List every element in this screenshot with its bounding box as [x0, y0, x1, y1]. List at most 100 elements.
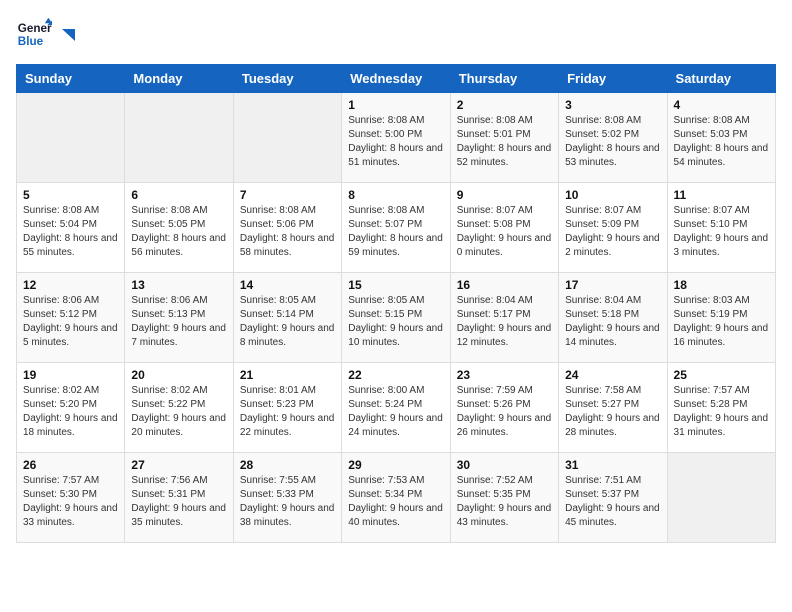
calendar-cell: 1 Sunrise: 8:08 AMSunset: 5:00 PMDaylight… [342, 93, 450, 183]
calendar-week-row: 1 Sunrise: 8:08 AMSunset: 5:00 PMDaylight… [17, 93, 776, 183]
svg-text:General: General [18, 22, 52, 35]
day-info: Sunrise: 8:07 AMSunset: 5:08 PMDaylight:… [457, 204, 552, 260]
day-info: Sunrise: 8:04 AMSunset: 5:17 PMDaylight:… [457, 294, 552, 350]
calendar-cell: 6Sunrise: 8:08 AMSunset: 5:05 PMDaylight… [125, 183, 233, 273]
day-info: Sunrise: 8:00 AMSunset: 5:24 PMDaylight:… [348, 384, 443, 440]
day-info: Sunrise: 8:06 AMSunset: 5:12 PMDaylight:… [23, 294, 118, 350]
calendar-cell: 17Sunrise: 8:04 AMSunset: 5:18 PMDayligh… [559, 273, 667, 363]
calendar-header-saturday: Saturday [667, 65, 775, 93]
day-info: Sunrise: 8:08 AMSunset: 5:04 PMDaylight:… [23, 204, 118, 260]
day-info: Sunrise: 8:04 AMSunset: 5:18 PMDaylight:… [565, 294, 660, 350]
day-number: 13 [131, 278, 226, 292]
day-number: 5 [23, 188, 118, 202]
calendar-cell: 8 Sunrise: 8:08 AMSunset: 5:07 PMDaylight… [342, 183, 450, 273]
calendar-cell: 14 Sunrise: 8:05 AMSunset: 5:14 PMDayligh… [233, 273, 341, 363]
calendar-header-sunday: Sunday [17, 65, 125, 93]
calendar-cell: 3Sunrise: 8:08 AMSunset: 5:02 PMDaylight… [559, 93, 667, 183]
calendar-week-row: 12 Sunrise: 8:06 AMSunset: 5:12 PMDayligh… [17, 273, 776, 363]
calendar-cell: 28 Sunrise: 7:55 AMSunset: 5:33 PMDayligh… [233, 453, 341, 543]
calendar-cell: 18 Sunrise: 8:03 AMSunset: 5:19 PMDayligh… [667, 273, 775, 363]
day-number: 31 [565, 458, 660, 472]
day-info: Sunrise: 8:07 AMSunset: 5:09 PMDaylight:… [565, 204, 660, 260]
calendar-cell: 12 Sunrise: 8:06 AMSunset: 5:12 PMDayligh… [17, 273, 125, 363]
day-info: Sunrise: 8:07 AMSunset: 5:10 PMDaylight:… [674, 204, 769, 260]
calendar-cell: 23Sunrise: 7:59 AMSunset: 5:26 PMDayligh… [450, 363, 558, 453]
day-number: 14 [240, 278, 335, 292]
calendar-cell [667, 453, 775, 543]
logo: General Blue [16, 16, 76, 52]
calendar-cell: 15Sunrise: 8:05 AMSunset: 5:15 PMDayligh… [342, 273, 450, 363]
day-info: Sunrise: 8:08 AMSunset: 5:07 PMDaylight:… [348, 204, 443, 260]
day-info: Sunrise: 8:08 AMSunset: 5:03 PMDaylight:… [674, 114, 769, 170]
calendar-cell: 7 Sunrise: 8:08 AMSunset: 5:06 PMDaylight… [233, 183, 341, 273]
calendar-cell: 2Sunrise: 8:08 AMSunset: 5:01 PMDaylight… [450, 93, 558, 183]
day-number: 22 [348, 368, 443, 382]
calendar-cell: 30 Sunrise: 7:52 AMSunset: 5:35 PMDayligh… [450, 453, 558, 543]
calendar-header-friday: Friday [559, 65, 667, 93]
page-header: General Blue [16, 16, 776, 52]
calendar-cell: 25 Sunrise: 7:57 AMSunset: 5:28 PMDayligh… [667, 363, 775, 453]
calendar-cell: 27 Sunrise: 7:56 AMSunset: 5:31 PMDayligh… [125, 453, 233, 543]
calendar-cell [125, 93, 233, 183]
day-info: Sunrise: 8:08 AMSunset: 5:00 PMDaylight:… [348, 114, 443, 170]
calendar-cell: 4 Sunrise: 8:08 AMSunset: 5:03 PMDaylight… [667, 93, 775, 183]
day-number: 29 [348, 458, 443, 472]
logo-icon: General Blue [16, 16, 52, 52]
day-info: Sunrise: 8:01 AMSunset: 5:23 PMDaylight:… [240, 384, 335, 440]
day-info: Sunrise: 8:08 AMSunset: 5:05 PMDaylight:… [131, 204, 226, 260]
calendar-week-row: 19 Sunrise: 8:02 AMSunset: 5:20 PMDayligh… [17, 363, 776, 453]
calendar-cell: 22 Sunrise: 8:00 AMSunset: 5:24 PMDayligh… [342, 363, 450, 453]
calendar-cell: 20 Sunrise: 8:02 AMSunset: 5:22 PMDayligh… [125, 363, 233, 453]
day-info: Sunrise: 7:55 AMSunset: 5:33 PMDaylight:… [240, 474, 335, 530]
day-number: 8 [348, 188, 443, 202]
day-info: Sunrise: 7:51 AMSunset: 5:37 PMDaylight:… [565, 474, 660, 530]
day-info: Sunrise: 7:53 AMSunset: 5:34 PMDaylight:… [348, 474, 443, 530]
day-number: 23 [457, 368, 552, 382]
day-info: Sunrise: 7:52 AMSunset: 5:35 PMDaylight:… [457, 474, 552, 530]
day-number: 12 [23, 278, 118, 292]
calendar-cell: 13 Sunrise: 8:06 AMSunset: 5:13 PMDayligh… [125, 273, 233, 363]
day-info: Sunrise: 8:08 AMSunset: 5:02 PMDaylight:… [565, 114, 660, 170]
calendar-cell: 10Sunrise: 8:07 AMSunset: 5:09 PMDayligh… [559, 183, 667, 273]
day-number: 27 [131, 458, 226, 472]
day-info: Sunrise: 7:56 AMSunset: 5:31 PMDaylight:… [131, 474, 226, 530]
calendar-cell [233, 93, 341, 183]
day-number: 1 [348, 98, 443, 112]
day-number: 18 [674, 278, 769, 292]
day-number: 26 [23, 458, 118, 472]
day-number: 24 [565, 368, 660, 382]
day-number: 2 [457, 98, 552, 112]
calendar-header-thursday: Thursday [450, 65, 558, 93]
day-info: Sunrise: 7:58 AMSunset: 5:27 PMDaylight:… [565, 384, 660, 440]
day-info: Sunrise: 8:03 AMSunset: 5:19 PMDaylight:… [674, 294, 769, 350]
calendar-header-tuesday: Tuesday [233, 65, 341, 93]
day-info: Sunrise: 8:08 AMSunset: 5:06 PMDaylight:… [240, 204, 335, 260]
calendar-cell: 31 Sunrise: 7:51 AMSunset: 5:37 PMDayligh… [559, 453, 667, 543]
day-number: 21 [240, 368, 335, 382]
calendar-cell [17, 93, 125, 183]
day-number: 16 [457, 278, 552, 292]
day-number: 7 [240, 188, 335, 202]
calendar-cell: 29 Sunrise: 7:53 AMSunset: 5:34 PMDayligh… [342, 453, 450, 543]
calendar-table: SundayMondayTuesdayWednesdayThursdayFrid… [16, 64, 776, 543]
calendar-cell: 21 Sunrise: 8:01 AMSunset: 5:23 PMDayligh… [233, 363, 341, 453]
calendar-cell: 11Sunrise: 8:07 AMSunset: 5:10 PMDayligh… [667, 183, 775, 273]
day-number: 9 [457, 188, 552, 202]
calendar-header-row: SundayMondayTuesdayWednesdayThursdayFrid… [17, 65, 776, 93]
day-number: 28 [240, 458, 335, 472]
day-info: Sunrise: 7:57 AMSunset: 5:28 PMDaylight:… [674, 384, 769, 440]
day-number: 20 [131, 368, 226, 382]
day-number: 25 [674, 368, 769, 382]
calendar-header-wednesday: Wednesday [342, 65, 450, 93]
day-number: 15 [348, 278, 443, 292]
day-number: 30 [457, 458, 552, 472]
day-info: Sunrise: 8:02 AMSunset: 5:22 PMDaylight:… [131, 384, 226, 440]
calendar-cell: 19 Sunrise: 8:02 AMSunset: 5:20 PMDayligh… [17, 363, 125, 453]
calendar-week-row: 5 Sunrise: 8:08 AMSunset: 5:04 PMDaylight… [17, 183, 776, 273]
day-number: 19 [23, 368, 118, 382]
day-info: Sunrise: 8:02 AMSunset: 5:20 PMDaylight:… [23, 384, 118, 440]
calendar-cell: 26Sunrise: 7:57 AMSunset: 5:30 PMDayligh… [17, 453, 125, 543]
day-info: Sunrise: 8:05 AMSunset: 5:14 PMDaylight:… [240, 294, 335, 350]
day-info: Sunrise: 8:06 AMSunset: 5:13 PMDaylight:… [131, 294, 226, 350]
day-number: 4 [674, 98, 769, 112]
